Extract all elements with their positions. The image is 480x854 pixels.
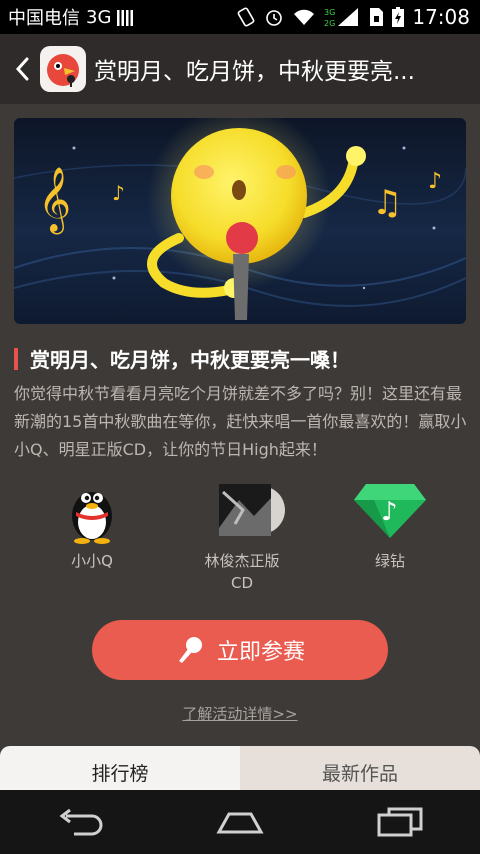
nav-recents-button[interactable] [360,790,440,854]
tab-latest-works[interactable]: 最新作品 [240,746,480,790]
svg-text:2G: 2G [324,19,335,28]
event-description: 你觉得中秋节看看月亮吃个月饼就差不多了吗？别！这里还有最新潮的15首中秋歌曲在等… [14,384,467,459]
home-icon [216,812,264,834]
prize-list: 小小Q 林俊杰正版CD ♪ 绿钻 [0,476,480,606]
event-banner: 𝄞 ♪ ♫ ♪ [14,118,466,324]
karaoke-bird-logo-icon [47,54,79,87]
prize-label: 林俊杰正版CD [204,552,280,592]
sim-icon [368,7,384,27]
status-bar: 中国电信 3G 3G 2G 17:08 [0,0,480,34]
join-button-label: 立即参赛 [216,640,305,665]
svg-text:♪: ♪ [112,181,125,205]
wifi-icon [292,8,316,26]
qq-penguin-icon [72,492,112,544]
svg-text:𝄞: 𝄞 [38,167,71,234]
event-heading: 赏明月、吃月饼，中秋更要亮一嗓！ [14,344,474,373]
app-logo [40,46,86,92]
recent-apps-icon [377,807,423,837]
tab-bar: 排行榜 最新作品 [0,746,480,790]
prize-label: 小小Q [71,552,113,570]
nav-back-button[interactable] [40,790,120,854]
back-button[interactable] [4,34,40,104]
prize-label: 绿钻 [374,552,405,570]
green-diamond-icon: ♪ [354,484,426,538]
alarm-icon [264,7,284,27]
event-details-link[interactable]: 了解活动详情>> [0,703,480,724]
svg-text:♫: ♫ [372,183,402,223]
microphone-icon [178,637,202,663]
singing-moon-illustration: 𝄞 ♪ ♫ ♪ [14,118,466,320]
back-arrow-icon [59,808,103,836]
svg-text:3G: 3G [324,8,335,17]
join-contest-button[interactable]: 立即参赛 [92,620,388,680]
vibrate-icon [236,7,256,27]
title-bar: 赏明月、吃月饼，中秋更要亮... [0,34,480,104]
network-label: 3G [86,6,112,28]
battery-icon [392,7,405,27]
heading-accent-bar [14,347,18,370]
prize-item: 小小Q [32,480,152,572]
nav-home-button[interactable] [200,790,280,854]
carrier-label: 中国电信 [8,8,80,29]
page-title: 赏明月、吃月饼，中秋更要亮... [94,59,415,85]
chevron-left-icon [15,57,29,81]
dual-signal-icon: 3G 2G [324,6,360,28]
svg-text:♪: ♪ [381,497,398,527]
prize-item: ♪ 绿钻 [330,480,450,572]
system-nav-bar [0,790,480,854]
cd-album-icon [219,484,285,536]
event-title: 赏明月、吃月饼，中秋更要亮一嗓！ [30,348,350,372]
tab-leaderboard[interactable]: 排行榜 [0,746,240,790]
prize-item: 林俊杰正版CD [182,480,302,594]
svg-text:♪: ♪ [428,169,442,194]
clock-time: 17:08 [412,5,470,29]
signal-bars-icon [117,8,134,26]
